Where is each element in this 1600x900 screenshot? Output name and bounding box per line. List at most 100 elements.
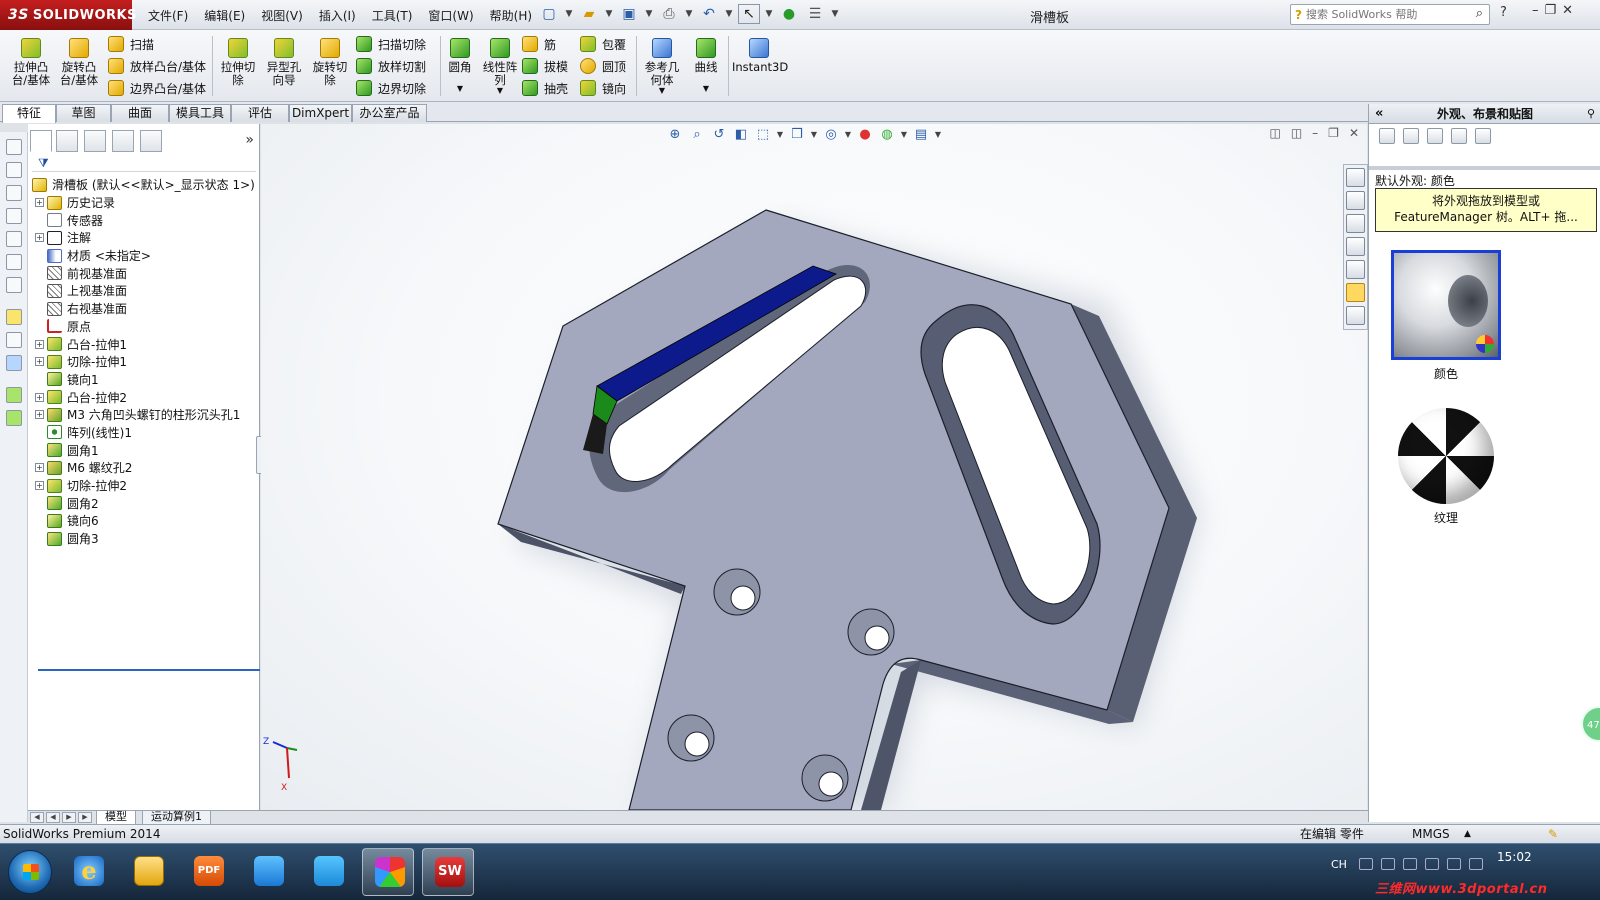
- taskbar-solidworks[interactable]: SW: [422, 848, 474, 896]
- view-cube-icon[interactable]: [5, 139, 22, 155]
- tab-features[interactable]: 特征: [2, 104, 56, 123]
- up-level-icon[interactable]: [1475, 128, 1491, 144]
- tree-item[interactable]: 材质 <未指定>: [28, 247, 260, 265]
- feature-filter[interactable]: ⧩: [32, 156, 256, 172]
- file-explorer-icon[interactable]: [1346, 237, 1365, 256]
- back-icon[interactable]: [1379, 128, 1395, 144]
- display-style-icon[interactable]: ❒: [788, 126, 806, 144]
- expand-toggle-icon[interactable]: +: [35, 339, 44, 349]
- expand-toggle-icon[interactable]: +: [35, 357, 44, 367]
- restore-icon[interactable]: ❐: [1545, 3, 1557, 18]
- expand-panel-icon[interactable]: »: [245, 132, 254, 148]
- open-folder-icon[interactable]: ▰: [578, 4, 600, 24]
- tree-root-part[interactable]: 滑槽板 (默认<<默认>_显示状态 1>): [28, 176, 260, 194]
- macro-icon[interactable]: [5, 387, 22, 403]
- system-clock[interactable]: 15:02: [1497, 850, 1532, 864]
- appearance-swatch-texture[interactable]: 纹理: [1391, 402, 1501, 526]
- previous-view-icon[interactable]: ↺: [710, 126, 728, 144]
- instant3d-button[interactable]: Instant3D: [732, 36, 788, 74]
- wrap-button[interactable]: 包覆: [580, 34, 626, 54]
- tree-item[interactable]: 原点: [28, 318, 260, 336]
- lofted-cut-button[interactable]: 放样切割: [356, 56, 426, 76]
- tree-item[interactable]: 传感器: [28, 211, 260, 229]
- chevron-down-icon[interactable]: ▼: [640, 84, 684, 97]
- save-icon[interactable]: ▣: [618, 4, 640, 24]
- minimize-icon[interactable]: –: [1312, 126, 1318, 140]
- tree-item[interactable]: + 切除-拉伸1: [28, 353, 260, 371]
- chevron-up-icon[interactable]: ▲: [1464, 825, 1471, 843]
- next-tab-icon[interactable]: ▶: [62, 812, 76, 823]
- prev-tab-icon[interactable]: ◀: [46, 812, 60, 823]
- open-folder-icon[interactable]: [1403, 128, 1419, 144]
- tab-office-products[interactable]: 办公室产品: [352, 104, 427, 122]
- print-icon[interactable]: ⎙: [658, 4, 680, 24]
- chevron-down-icon[interactable]: ▼: [644, 4, 654, 24]
- view-cube-icon[interactable]: [5, 254, 22, 270]
- chevron-down-icon[interactable]: ▼: [844, 126, 852, 144]
- graphics-area[interactable]: ⊕ ⌕ ↺ ◧ ⬚ ▼ ❒ ▼ ◎ ▼ ● ◍ ▼ ▤ ▼ ◫ ◫ – ❐ ✕ Z X: [261, 124, 1367, 810]
- extruded-cut-button[interactable]: 拉伸切 除: [216, 36, 260, 87]
- chevron-down-icon[interactable]: ▼: [810, 126, 818, 144]
- solidworks-resources-icon[interactable]: [1346, 168, 1365, 187]
- new-document-icon[interactable]: ▢: [538, 4, 560, 24]
- view-settings-icon[interactable]: ▤: [912, 126, 930, 144]
- view-cube-icon[interactable]: [5, 185, 22, 201]
- volume-icon[interactable]: [1469, 858, 1483, 870]
- chevron-down-icon[interactable]: ▼: [478, 84, 522, 97]
- pin-icon[interactable]: ⚲: [1587, 104, 1595, 124]
- tree-item[interactable]: 镜向1: [28, 371, 260, 389]
- chevron-down-icon[interactable]: ▼: [442, 82, 478, 95]
- menu-file[interactable]: 文件(F): [140, 6, 196, 25]
- chevron-down-icon[interactable]: ▼: [604, 4, 614, 24]
- mirror-button[interactable]: 镜向: [580, 78, 626, 98]
- keyboard-icon[interactable]: [1359, 858, 1373, 870]
- macro-icon[interactable]: [5, 410, 22, 426]
- chevron-down-icon[interactable]: ▼: [900, 126, 908, 144]
- tree-item[interactable]: + 凸台-拉伸2: [28, 388, 260, 406]
- counterbore-hole-4[interactable]: [801, 754, 849, 802]
- tree-item[interactable]: 镜向6: [28, 512, 260, 530]
- boundary-boss-button[interactable]: 边界凸台/基体: [108, 78, 206, 98]
- rollback-bar[interactable]: [38, 669, 260, 671]
- tab-surfaces[interactable]: 曲面: [111, 104, 169, 122]
- rib-button[interactable]: 筋: [522, 34, 556, 54]
- select-arrow-icon[interactable]: ↖: [738, 4, 760, 24]
- sketch-icon[interactable]: [5, 309, 22, 325]
- menu-window[interactable]: 窗口(W): [420, 6, 481, 25]
- undo-icon[interactable]: ↶: [698, 4, 720, 24]
- boundary-cut-button[interactable]: 边界切除: [356, 78, 426, 98]
- custom-properties-icon[interactable]: [1346, 306, 1365, 325]
- fillet-button[interactable]: 圆角 ▼: [442, 36, 478, 95]
- display-icon[interactable]: [1447, 858, 1461, 870]
- dimxpert-manager-tab-icon[interactable]: [112, 130, 134, 152]
- home-icon[interactable]: [1346, 191, 1365, 210]
- refresh-icon[interactable]: [1451, 128, 1467, 144]
- curves-button[interactable]: 曲线 ▼: [688, 36, 724, 95]
- menu-edit[interactable]: 编辑(E): [196, 6, 253, 25]
- tree-item[interactable]: + 历史记录: [28, 194, 260, 212]
- tab-sketch[interactable]: 草图: [56, 104, 111, 122]
- menu-insert[interactable]: 插入(I): [311, 6, 364, 25]
- loft-boss-button[interactable]: 放样凸台/基体: [108, 56, 206, 76]
- linear-pattern-button[interactable]: 线性阵 列 ▼: [478, 36, 522, 97]
- part-model[interactable]: [261, 124, 1367, 810]
- tree-item[interactable]: 圆角3: [28, 530, 260, 548]
- menu-tools[interactable]: 工具(T): [364, 6, 421, 25]
- help-tray-icon[interactable]: [1381, 858, 1395, 870]
- unit-system[interactable]: MMGS: [1412, 825, 1450, 843]
- help-search[interactable]: ? ⌕: [1290, 4, 1490, 25]
- tab-mold-tools[interactable]: 模具工具: [169, 104, 231, 122]
- flag-icon[interactable]: [1425, 858, 1439, 870]
- smart-dimension-icon[interactable]: [5, 332, 22, 348]
- tree-item[interactable]: + 注解: [28, 229, 260, 247]
- view-cube-icon[interactable]: [5, 208, 22, 224]
- close-icon[interactable]: ✕: [1349, 126, 1359, 140]
- expand-toggle-icon[interactable]: +: [35, 233, 44, 243]
- search-icon[interactable]: ⌕: [1476, 6, 1483, 21]
- apply-scene-icon[interactable]: ◍: [878, 126, 896, 144]
- taskbar-cloud-app[interactable]: [242, 848, 294, 896]
- taskbar-file-explorer[interactable]: [122, 848, 174, 896]
- zoom-to-area-icon[interactable]: ⌕: [688, 126, 706, 144]
- network-icon[interactable]: [1403, 858, 1417, 870]
- help-search-input[interactable]: [1305, 8, 1446, 21]
